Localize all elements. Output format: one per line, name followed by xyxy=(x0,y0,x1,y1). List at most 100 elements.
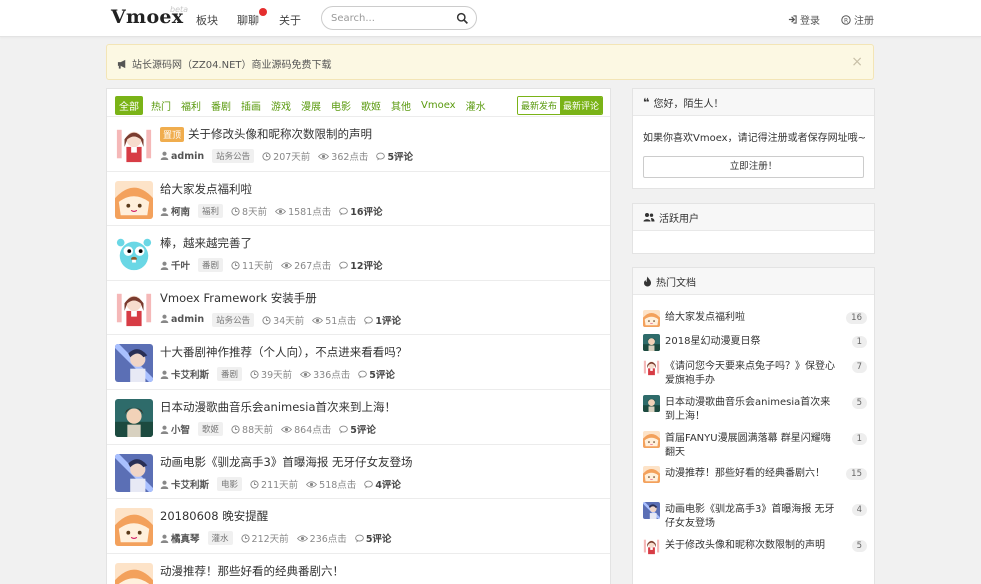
post-time-text: 8天前 xyxy=(242,206,268,218)
post-author[interactable]: 橘真琴 xyxy=(160,531,200,545)
post-views-text: 267点击 xyxy=(294,261,332,273)
post-title[interactable]: 棒，越来越完善了 xyxy=(160,235,252,251)
nav-about[interactable]: 关于 xyxy=(279,12,301,28)
post-title[interactable]: Vmoex Framework 安装手册 xyxy=(160,290,317,306)
post-author[interactable]: admin xyxy=(160,314,204,325)
post-comments[interactable]: 5评论 xyxy=(354,531,391,545)
post-row[interactable]: 20180608 晚安提醒 橘真琴 灌水 212天前 236点击 5评论 xyxy=(107,498,610,552)
tab-3[interactable]: 番剧 xyxy=(209,96,233,115)
post-row[interactable]: 十大番剧神作推荐（个人向），不点进来看看吗？ 卡艾利斯 番剧 39天前 336点… xyxy=(107,334,610,388)
tab-5[interactable]: 游戏 xyxy=(269,96,293,115)
post-category[interactable]: 歌姬 xyxy=(198,422,224,436)
hot-doc-title[interactable]: 首届FANYU漫展圆满落幕 群星闪耀嗨翻天 xyxy=(665,432,835,460)
post-comments[interactable]: 4评论 xyxy=(364,477,401,491)
tab-4[interactable]: 插画 xyxy=(239,96,263,115)
post-avatar[interactable] xyxy=(115,562,153,584)
tab-1[interactable]: 热门 xyxy=(149,96,173,115)
post-avatar[interactable] xyxy=(115,126,153,164)
register-link[interactable]: R 注册 xyxy=(841,12,874,27)
hot-doc-count: 15 xyxy=(846,468,867,480)
post-category[interactable]: 灌水 xyxy=(207,531,233,546)
post-row[interactable]: 棒，越来越完善了 千叶 番剧 11天前 267点击 12评论 xyxy=(107,225,610,279)
hot-doc-title[interactable]: 动画电影《驯龙高手3》首曝海报 无牙仔女友登场 xyxy=(665,503,835,531)
post-avatar[interactable] xyxy=(115,235,153,274)
search-icon[interactable] xyxy=(456,12,469,25)
post-row[interactable]: Vmoex Framework 安装手册 admin 站务公告 34天前 51点… xyxy=(107,279,610,334)
post-meta: 千叶 番剧 11天前 267点击 12评论 xyxy=(160,258,383,273)
tab-8[interactable]: 歌姬 xyxy=(359,96,383,115)
post-category[interactable]: 电影 xyxy=(217,476,243,491)
post-avatar[interactable] xyxy=(115,453,153,492)
post-row[interactable]: 动画电影《驯龙高手3》首曝海报 无牙仔女友登场 卡艾利斯 电影 211天前 51… xyxy=(107,443,610,498)
post-category[interactable]: 站务公告 xyxy=(212,312,255,327)
post-author[interactable]: 卡艾利斯 xyxy=(160,477,209,491)
post-avatar[interactable] xyxy=(115,508,153,547)
hot-doc-thumb xyxy=(643,334,660,351)
search-input[interactable] xyxy=(331,11,451,25)
post-author[interactable]: 柯南 xyxy=(160,204,190,218)
post-time-text: 34天前 xyxy=(273,315,305,327)
post-title[interactable]: 动漫推荐！那些好看的经典番剧六！ xyxy=(160,563,344,579)
post-comments[interactable]: 5评论 xyxy=(376,149,413,163)
hot-doc-count: 1 xyxy=(851,336,867,348)
post-row[interactable]: 动漫推荐！那些好看的经典番剧六！ xyxy=(107,552,610,584)
nav-boards[interactable]: 板块 xyxy=(196,12,218,28)
post-category[interactable]: 站务公告 xyxy=(212,149,255,163)
register-now-button[interactable]: 立即注册！ xyxy=(643,156,864,178)
post-comments[interactable]: 16评论 xyxy=(339,204,383,218)
post-comments[interactable]: 12评论 xyxy=(339,258,383,272)
clock-icon xyxy=(250,479,261,491)
tab-11[interactable]: 灌水 xyxy=(464,96,488,115)
post-avatar[interactable] xyxy=(115,399,153,437)
hot-doc-title[interactable]: 日本动漫歌曲音乐会animesia首次来到上海！ xyxy=(665,396,835,424)
tab-9[interactable]: 其他 xyxy=(389,96,413,115)
post-comments[interactable]: 1评论 xyxy=(364,313,401,327)
tab-6[interactable]: 漫展 xyxy=(299,96,323,115)
eye-icon xyxy=(312,316,325,327)
post-avatar[interactable] xyxy=(115,180,153,219)
hot-doc-title[interactable]: 关于修改头像和昵称次数限制的声明 xyxy=(665,539,835,553)
post-title[interactable]: 给大家发点福利啦 xyxy=(160,181,252,197)
post-title-line: Vmoex Framework 安装手册 xyxy=(160,290,317,306)
tab-7[interactable]: 电影 xyxy=(329,96,353,115)
post-row[interactable]: 日本动漫歌曲音乐会animesia首次来到上海！ 小智 歌姬 88天前 864点… xyxy=(107,389,610,443)
post-category[interactable]: 福利 xyxy=(198,203,224,218)
post-author[interactable]: 卡艾利斯 xyxy=(160,367,209,381)
tab-0[interactable]: 全部 xyxy=(115,96,143,115)
post-comments-text: 5评论 xyxy=(369,370,395,382)
post-title[interactable]: 关于修改头像和昵称次数限制的声明 xyxy=(188,126,372,142)
post-time-text: 39天前 xyxy=(261,370,293,382)
user-icon xyxy=(160,207,171,218)
comment-icon xyxy=(339,261,350,272)
post-author[interactable]: 小智 xyxy=(160,422,190,436)
post-title[interactable]: 日本动漫歌曲音乐会animesia首次来到上海！ xyxy=(160,399,396,415)
post-title[interactable]: 十大番剧神作推荐（个人向），不点进来看看吗？ xyxy=(160,344,407,360)
post-meta: admin 站务公告 34天前 51点击 1评论 xyxy=(160,312,401,327)
post-category[interactable]: 番剧 xyxy=(217,367,243,382)
clock-icon xyxy=(231,261,242,272)
post-author[interactable]: admin xyxy=(160,151,204,162)
post-avatar[interactable] xyxy=(115,289,153,328)
post-author[interactable]: 千叶 xyxy=(160,258,190,272)
post-meta: 卡艾利斯 电影 211天前 518点击 4评论 xyxy=(160,476,401,491)
post-category[interactable]: 番剧 xyxy=(198,258,224,273)
close-icon[interactable]: × xyxy=(851,54,863,70)
notice-text[interactable]: 站长源码网（ZZ04.NET）商业源码免费下载 xyxy=(132,56,332,71)
sort-latest-post[interactable]: 最新发布 xyxy=(517,97,560,114)
post-avatar[interactable] xyxy=(115,344,153,383)
tab-2[interactable]: 福利 xyxy=(179,96,203,115)
hot-doc-title[interactable]: 动漫推荐！那些好看的经典番剧六！ xyxy=(665,467,835,481)
login-link[interactable]: 登录 xyxy=(788,12,820,27)
post-comments[interactable]: 5评论 xyxy=(339,422,376,436)
tab-10[interactable]: Vmoex xyxy=(419,98,458,113)
nav-chat[interactable]: 聊聊 xyxy=(237,12,259,28)
post-comments[interactable]: 5评论 xyxy=(358,367,395,381)
hot-doc-title[interactable]: 给大家发点福利啦 xyxy=(665,311,835,325)
post-title[interactable]: 20180608 晚安提醒 xyxy=(160,508,268,524)
post-row[interactable]: 置顶 关于修改头像和昵称次数限制的声明 admin 站务公告 207天前 362点… xyxy=(107,116,610,170)
sort-latest-comment[interactable]: 最新评论 xyxy=(559,97,602,114)
post-title[interactable]: 动画电影《驯龙高手3》首曝海报 无牙仔女友登场 xyxy=(160,454,412,470)
hot-doc-title[interactable]: 2018星幻动漫夏日祭 xyxy=(665,335,835,349)
post-row[interactable]: 给大家发点福利啦 柯南 福利 8天前 1581点击 16评论 xyxy=(107,170,610,225)
hot-doc-title[interactable]: 《请问您今天要来点兔子吗？》保登心爱旗袍手办 xyxy=(665,360,835,388)
